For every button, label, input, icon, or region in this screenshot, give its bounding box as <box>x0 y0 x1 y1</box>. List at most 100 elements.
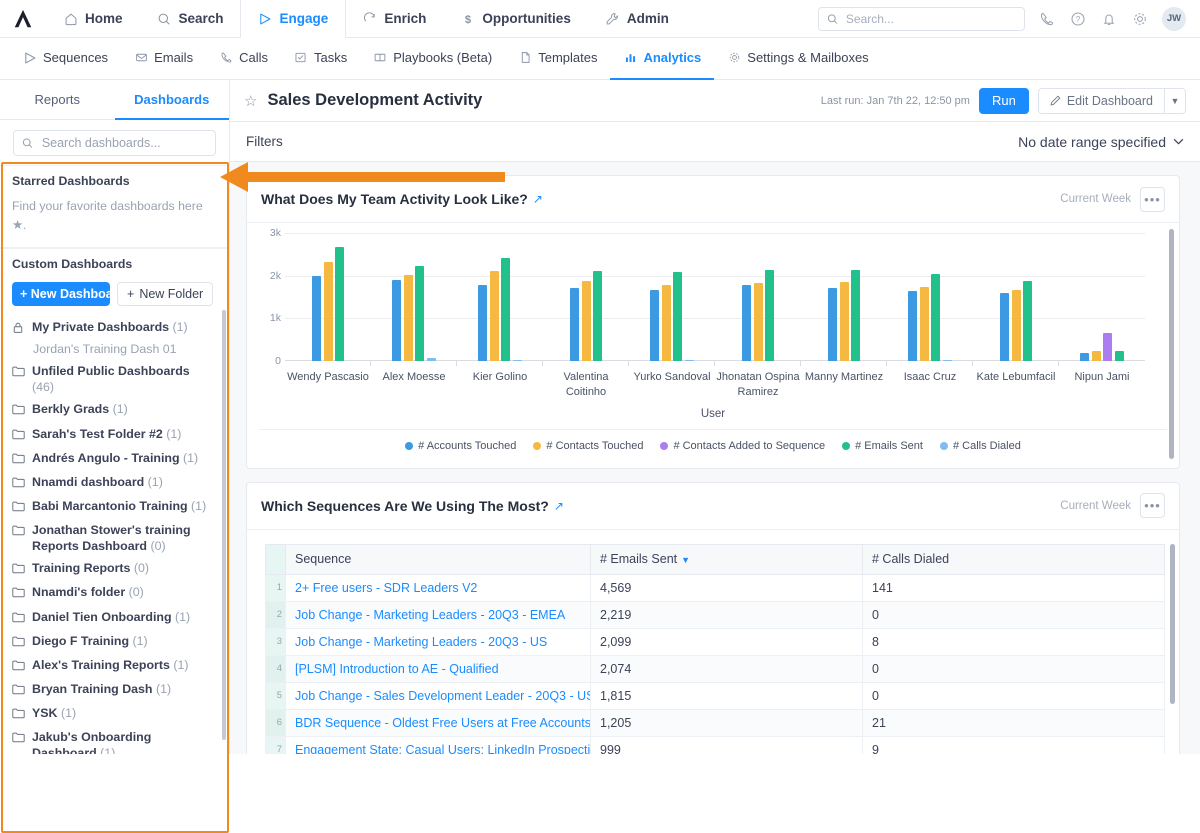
column-header-calls-dialed[interactable]: # Calls Dialed <box>863 544 1165 574</box>
chart-bar[interactable] <box>1103 333 1112 361</box>
chart-bar[interactable] <box>673 272 682 361</box>
external-link-icon[interactable]: ↗ <box>554 499 564 513</box>
dashboard-scroll-area[interactable]: What Does My Team Activity Look Like? ↗ … <box>230 162 1200 754</box>
edit-dashboard-caret-icon[interactable]: ▼ <box>1164 88 1186 114</box>
nav-item-admin[interactable]: Admin <box>588 0 686 37</box>
sequence-link[interactable]: Job Change - Sales Development Leader - … <box>295 689 591 703</box>
folder-item[interactable]: Babi Marcantonio Training (1) <box>0 495 229 519</box>
chart-legend-item[interactable]: # Accounts Touched <box>405 440 516 452</box>
table-row[interactable]: 4[PLSM] Introduction to AE - Qualified2,… <box>266 655 1165 682</box>
sidebar-tab-reports[interactable]: Reports <box>0 80 115 120</box>
folder-item[interactable]: Jonathan Stower's training Reports Dashb… <box>0 519 229 557</box>
folder-item[interactable]: Daniel Tien Onboarding (1) <box>0 606 229 630</box>
chart-bar[interactable] <box>1023 281 1032 361</box>
chart-bar[interactable] <box>1000 293 1009 361</box>
table-row[interactable]: 3Job Change - Marketing Leaders - 20Q3 -… <box>266 628 1165 655</box>
chart-bar[interactable] <box>392 280 401 361</box>
column-header-emails-sent[interactable]: # Emails Sent▼ <box>591 544 863 574</box>
cell-sequence[interactable]: Job Change - Marketing Leaders - 20Q3 - … <box>286 601 591 628</box>
nav-item-home[interactable]: Home <box>46 0 140 37</box>
table-row[interactable]: 5Job Change - Sales Development Leader -… <box>266 682 1165 709</box>
chart-bar[interactable] <box>582 281 591 361</box>
table-row[interactable]: 2Job Change - Marketing Leaders - 20Q3 -… <box>266 601 1165 628</box>
chart-bar[interactable] <box>943 360 952 361</box>
chart-bar[interactable] <box>920 287 929 361</box>
folder-item[interactable]: Berkly Grads (1) <box>0 398 229 422</box>
nav-item-search[interactable]: Search <box>140 0 241 37</box>
chart-bar[interactable] <box>828 288 837 361</box>
cell-sequence[interactable]: BDR Sequence - Oldest Free Users at Free… <box>286 709 591 736</box>
nav-item-enrich[interactable]: Enrich <box>345 0 443 37</box>
chart-bar[interactable] <box>662 285 671 361</box>
subnav-item-analytics[interactable]: Analytics <box>610 38 714 80</box>
chart-bar[interactable] <box>742 285 751 361</box>
chart-scrollbar[interactable] <box>1169 229 1174 459</box>
chart-bar[interactable] <box>593 271 602 361</box>
chart-bar[interactable] <box>478 285 487 361</box>
folder-item[interactable]: Nnamdi dashboard (1) <box>0 471 229 495</box>
folder-item[interactable]: YSK (1) <box>0 702 229 726</box>
subnav-item-tasks[interactable]: Tasks <box>281 38 360 80</box>
sequence-link[interactable]: BDR Sequence - Oldest Free Users at Free… <box>295 716 591 730</box>
new-folder-button[interactable]: + New Folder <box>117 282 213 306</box>
sequence-link[interactable]: Engagement State: Casual Users: LinkedIn… <box>295 743 591 754</box>
chart-bar[interactable] <box>501 258 510 361</box>
chart-bar[interactable] <box>415 266 424 361</box>
avatar[interactable]: JW <box>1162 7 1186 31</box>
cell-sequence[interactable]: Job Change - Sales Development Leader - … <box>286 682 591 709</box>
chart-bar[interactable] <box>427 358 436 361</box>
bell-icon[interactable] <box>1100 10 1118 28</box>
table-scrollbar[interactable] <box>1170 544 1175 704</box>
folder-item[interactable]: Diego F Training (1) <box>0 630 229 654</box>
new-dashboard-button[interactable]: + New Dashboard <box>12 282 110 306</box>
table-kebab-menu-icon[interactable]: ••• <box>1140 493 1165 518</box>
chart-bar[interactable] <box>513 360 522 361</box>
subnav-item-settings-mailboxes[interactable]: Settings & Mailboxes <box>714 38 881 80</box>
gear-icon[interactable] <box>1131 10 1149 28</box>
cell-sequence[interactable]: Job Change - Marketing Leaders - 20Q3 - … <box>286 628 591 655</box>
folder-item[interactable]: Andrés Angulo - Training (1) <box>0 447 229 471</box>
chart-kebab-menu-icon[interactable]: ••• <box>1140 187 1165 212</box>
chart-bar[interactable] <box>685 360 694 361</box>
column-header-sequence[interactable]: Sequence <box>286 544 591 574</box>
sidebar-scrollbar[interactable] <box>222 310 226 740</box>
folder-item[interactable]: Training Reports (0) <box>0 557 229 581</box>
chart-bar[interactable] <box>404 275 413 361</box>
folder-item[interactable]: Bryan Training Dash (1) <box>0 678 229 702</box>
table-row[interactable]: 6BDR Sequence - Oldest Free Users at Fre… <box>266 709 1165 736</box>
run-button[interactable]: Run <box>979 88 1029 114</box>
chart-legend-item[interactable]: # Contacts Added to Sequence <box>660 440 825 452</box>
chart-bar[interactable] <box>1012 290 1021 361</box>
chart-bar[interactable] <box>765 270 774 361</box>
sequence-link[interactable]: [PLSM] Introduction to AE - Qualified <box>295 662 499 676</box>
chart-legend-item[interactable]: # Calls Dialed <box>940 440 1021 452</box>
nav-item-opportunities[interactable]: $Opportunities <box>443 0 588 37</box>
subnav-item-calls[interactable]: Calls <box>206 38 281 80</box>
chart-bar[interactable] <box>908 291 917 361</box>
table-row[interactable]: 7Engagement State: Casual Users: LinkedI… <box>266 736 1165 754</box>
phone-icon[interactable] <box>1038 10 1056 28</box>
sequence-link[interactable]: Job Change - Marketing Leaders - 20Q3 - … <box>295 635 547 649</box>
cell-sequence[interactable]: Engagement State: Casual Users: LinkedIn… <box>286 736 591 754</box>
table-row[interactable]: 12+ Free users - SDR Leaders V24,569141 <box>266 574 1165 601</box>
chart-bar[interactable] <box>851 270 860 361</box>
global-search-box[interactable] <box>818 7 1025 31</box>
chart-bar[interactable] <box>650 290 659 361</box>
folder-item[interactable]: My Private Dashboards (1) <box>0 316 229 341</box>
chart-card-title[interactable]: What Does My Team Activity Look Like? <box>261 191 528 207</box>
date-range-selector[interactable]: No date range specified <box>1018 134 1184 150</box>
dashboard-search-box[interactable] <box>13 130 216 156</box>
help-icon[interactable]: ? <box>1069 10 1087 28</box>
folder-item[interactable]: Sarah's Test Folder #2 (1) <box>0 423 229 447</box>
folder-item[interactable]: Unfiled Public Dashboards (46) <box>0 360 229 398</box>
dashboard-search-input[interactable] <box>40 135 207 151</box>
child-dashboard-item[interactable]: Jordan's Training Dash 01 <box>0 341 229 360</box>
global-search-input[interactable] <box>844 11 1016 27</box>
star-icon[interactable]: ☆ <box>244 92 257 110</box>
sidebar-tab-dashboards[interactable]: Dashboards <box>115 80 230 120</box>
chart-bar[interactable] <box>335 247 344 361</box>
subnav-item-templates[interactable]: Templates <box>505 38 610 80</box>
folder-item[interactable]: Alex's Training Reports (1) <box>0 654 229 678</box>
sequence-link[interactable]: 2+ Free users - SDR Leaders V2 <box>295 581 477 595</box>
subnav-item-playbooks-beta-[interactable]: Playbooks (Beta) <box>360 38 505 80</box>
